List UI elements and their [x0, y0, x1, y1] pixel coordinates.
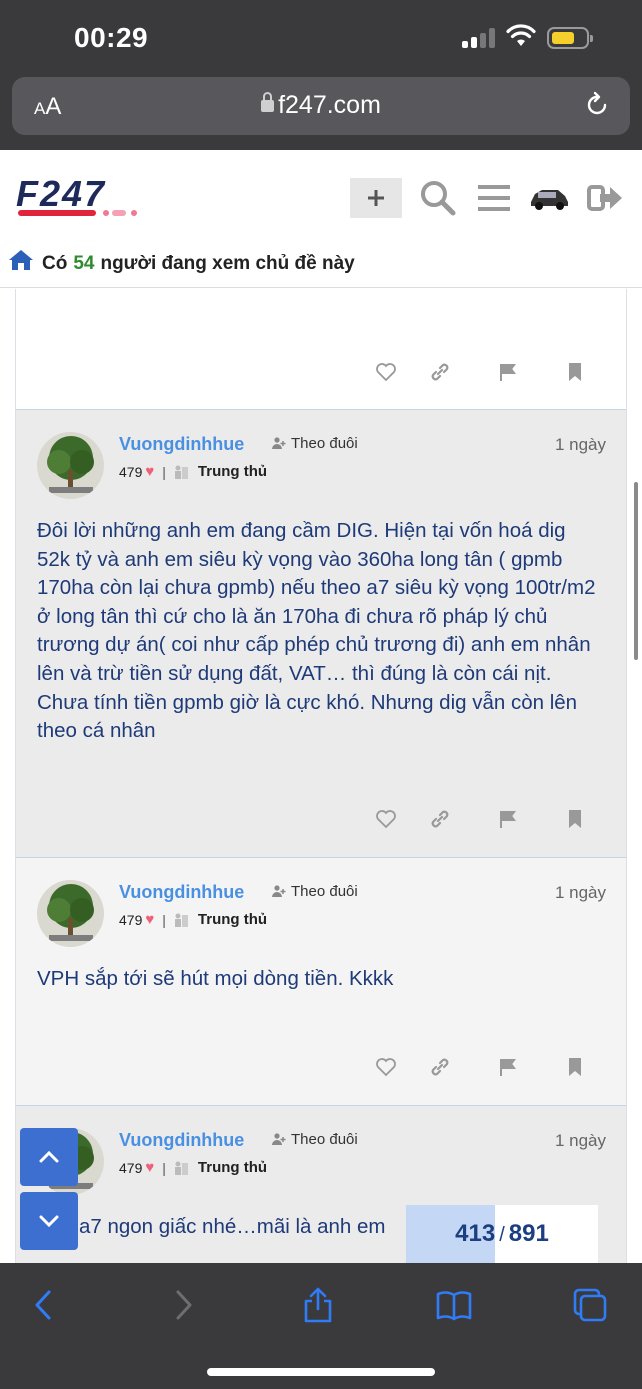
- home-indicator: [207, 1368, 435, 1376]
- follow-button[interactable]: Theo đuôi: [272, 1131, 358, 1148]
- progress-total: 891: [508, 1220, 549, 1247]
- progress-label: 413/891: [455, 1220, 549, 1247]
- svg-text:F247: F247: [16, 176, 106, 214]
- user-avatar-car-icon[interactable]: [528, 178, 570, 218]
- post-user-meta: 479 ♥ | Trung thủ: [119, 463, 267, 480]
- progress-current: 413: [455, 1220, 496, 1247]
- rank-icon: [174, 465, 188, 479]
- like-icon[interactable]: [375, 361, 397, 383]
- heart-icon: ♥: [145, 463, 155, 480]
- like-icon[interactable]: [375, 1056, 397, 1078]
- share-icon[interactable]: [300, 1287, 336, 1323]
- status-bar: 00:29: [0, 0, 642, 76]
- plus-icon: [368, 190, 384, 206]
- like-count: 479: [119, 463, 143, 480]
- heart-icon: ♥: [145, 1159, 155, 1176]
- post-user-meta: 479 ♥ | Trung thủ: [119, 1159, 267, 1176]
- follow-button[interactable]: Theo đuôi: [272, 435, 358, 452]
- post-1: Vuongdinhhue Theo đuôi 1 ngày 479 ♥ | Tru…: [15, 410, 627, 858]
- follow-user-icon: [272, 437, 286, 449]
- flag-icon[interactable]: [497, 361, 519, 383]
- chevron-up-icon: [39, 1150, 59, 1163]
- post-body: Đôi lời những anh em đang cầm DIG. Hiện …: [37, 519, 596, 743]
- back-icon[interactable]: [26, 1287, 62, 1323]
- post-username[interactable]: Vuongdinhhue: [119, 1130, 244, 1151]
- scroll-down-button[interactable]: [20, 1192, 78, 1250]
- bookmark-icon[interactable]: [564, 361, 586, 383]
- topic-viewers-bar: Có 54 người đang xem chủ đề này: [0, 240, 642, 288]
- follow-button[interactable]: Theo đuôi: [272, 883, 358, 900]
- like-count: 479: [119, 1159, 143, 1176]
- heart-icon: ♥: [145, 911, 155, 928]
- post-user-meta: 479 ♥ | Trung thủ: [119, 911, 267, 928]
- post-body: VPH sắp tới sẽ hút mọi dòng tiền. Kkkk: [37, 967, 394, 990]
- forward-icon[interactable]: [165, 1287, 201, 1323]
- avatar-tree[interactable]: [37, 880, 104, 947]
- link-icon[interactable]: [429, 1056, 451, 1078]
- like-count: 479: [119, 911, 143, 928]
- new-topic-button[interactable]: [350, 178, 402, 218]
- url-text: f247.com: [278, 91, 381, 119]
- menu-icon[interactable]: [474, 178, 514, 218]
- lock-icon: [261, 92, 275, 112]
- bookmark-icon[interactable]: [564, 808, 586, 830]
- user-rank: Trung thủ: [197, 1159, 268, 1176]
- user-rank: Trung thủ: [197, 463, 268, 480]
- rank-icon: [174, 913, 188, 927]
- address-bar[interactable]: AA f247.com: [12, 77, 630, 135]
- web-content: F247 Có 54 người đang xem chủ đề này Vuo…: [0, 150, 642, 1263]
- flag-icon[interactable]: [497, 808, 519, 830]
- link-icon[interactable]: [429, 808, 451, 830]
- post-2: Vuongdinhhue Theo đuôi 1 ngày 479 ♥ | Tru…: [15, 858, 627, 1106]
- search-icon[interactable]: [418, 178, 458, 218]
- post-time[interactable]: 1 ngày: [555, 435, 606, 455]
- post-username[interactable]: Vuongdinhhue: [119, 882, 244, 903]
- url-field[interactable]: f247.com: [12, 91, 630, 120]
- bookmarks-icon[interactable]: [436, 1287, 472, 1323]
- wifi-icon: [506, 24, 536, 46]
- home-icon[interactable]: [8, 248, 34, 272]
- rank-icon: [174, 1161, 188, 1175]
- reload-icon[interactable]: [582, 90, 612, 120]
- safari-toolbar: [0, 1263, 642, 1389]
- avatar-tree[interactable]: [37, 432, 104, 499]
- viewers-text: Có 54 người đang xem chủ đề này: [42, 253, 355, 274]
- screen: 00:29 AA f247.com F247 Có 54 người đang …: [0, 0, 642, 1389]
- post-time[interactable]: 1 ngày: [555, 883, 606, 903]
- divider: |: [162, 1159, 166, 1176]
- link-icon[interactable]: [429, 361, 451, 383]
- status-time: 00:29: [74, 22, 149, 53]
- bookmark-icon[interactable]: [564, 1056, 586, 1078]
- post-list: Vuongdinhhue Theo đuôi 1 ngày 479 ♥ | Tru…: [15, 289, 627, 1263]
- cellular-signal-icon: [462, 28, 496, 48]
- tabs-icon[interactable]: [572, 1287, 608, 1323]
- viewer-count: 54: [73, 253, 95, 274]
- follow-user-icon: [272, 885, 286, 897]
- divider: |: [162, 911, 166, 928]
- post-previous: [15, 289, 627, 410]
- logout-icon[interactable]: [586, 178, 626, 218]
- post-username[interactable]: Vuongdinhhue: [119, 434, 244, 455]
- follow-user-icon: [272, 1133, 286, 1145]
- chevron-down-icon: [39, 1215, 59, 1228]
- scroll-up-button[interactable]: [20, 1128, 78, 1186]
- battery-icon: [547, 27, 593, 49]
- f247-logo[interactable]: F247: [16, 176, 166, 220]
- post-time[interactable]: 1 ngày: [555, 1131, 606, 1151]
- divider: |: [162, 463, 166, 480]
- user-rank: Trung thủ: [197, 911, 268, 928]
- scrollbar[interactable]: [634, 482, 638, 660]
- site-header: F247: [0, 150, 642, 240]
- like-icon[interactable]: [375, 808, 397, 830]
- flag-icon[interactable]: [497, 1056, 519, 1078]
- post-progress[interactable]: 413/891: [406, 1205, 598, 1263]
